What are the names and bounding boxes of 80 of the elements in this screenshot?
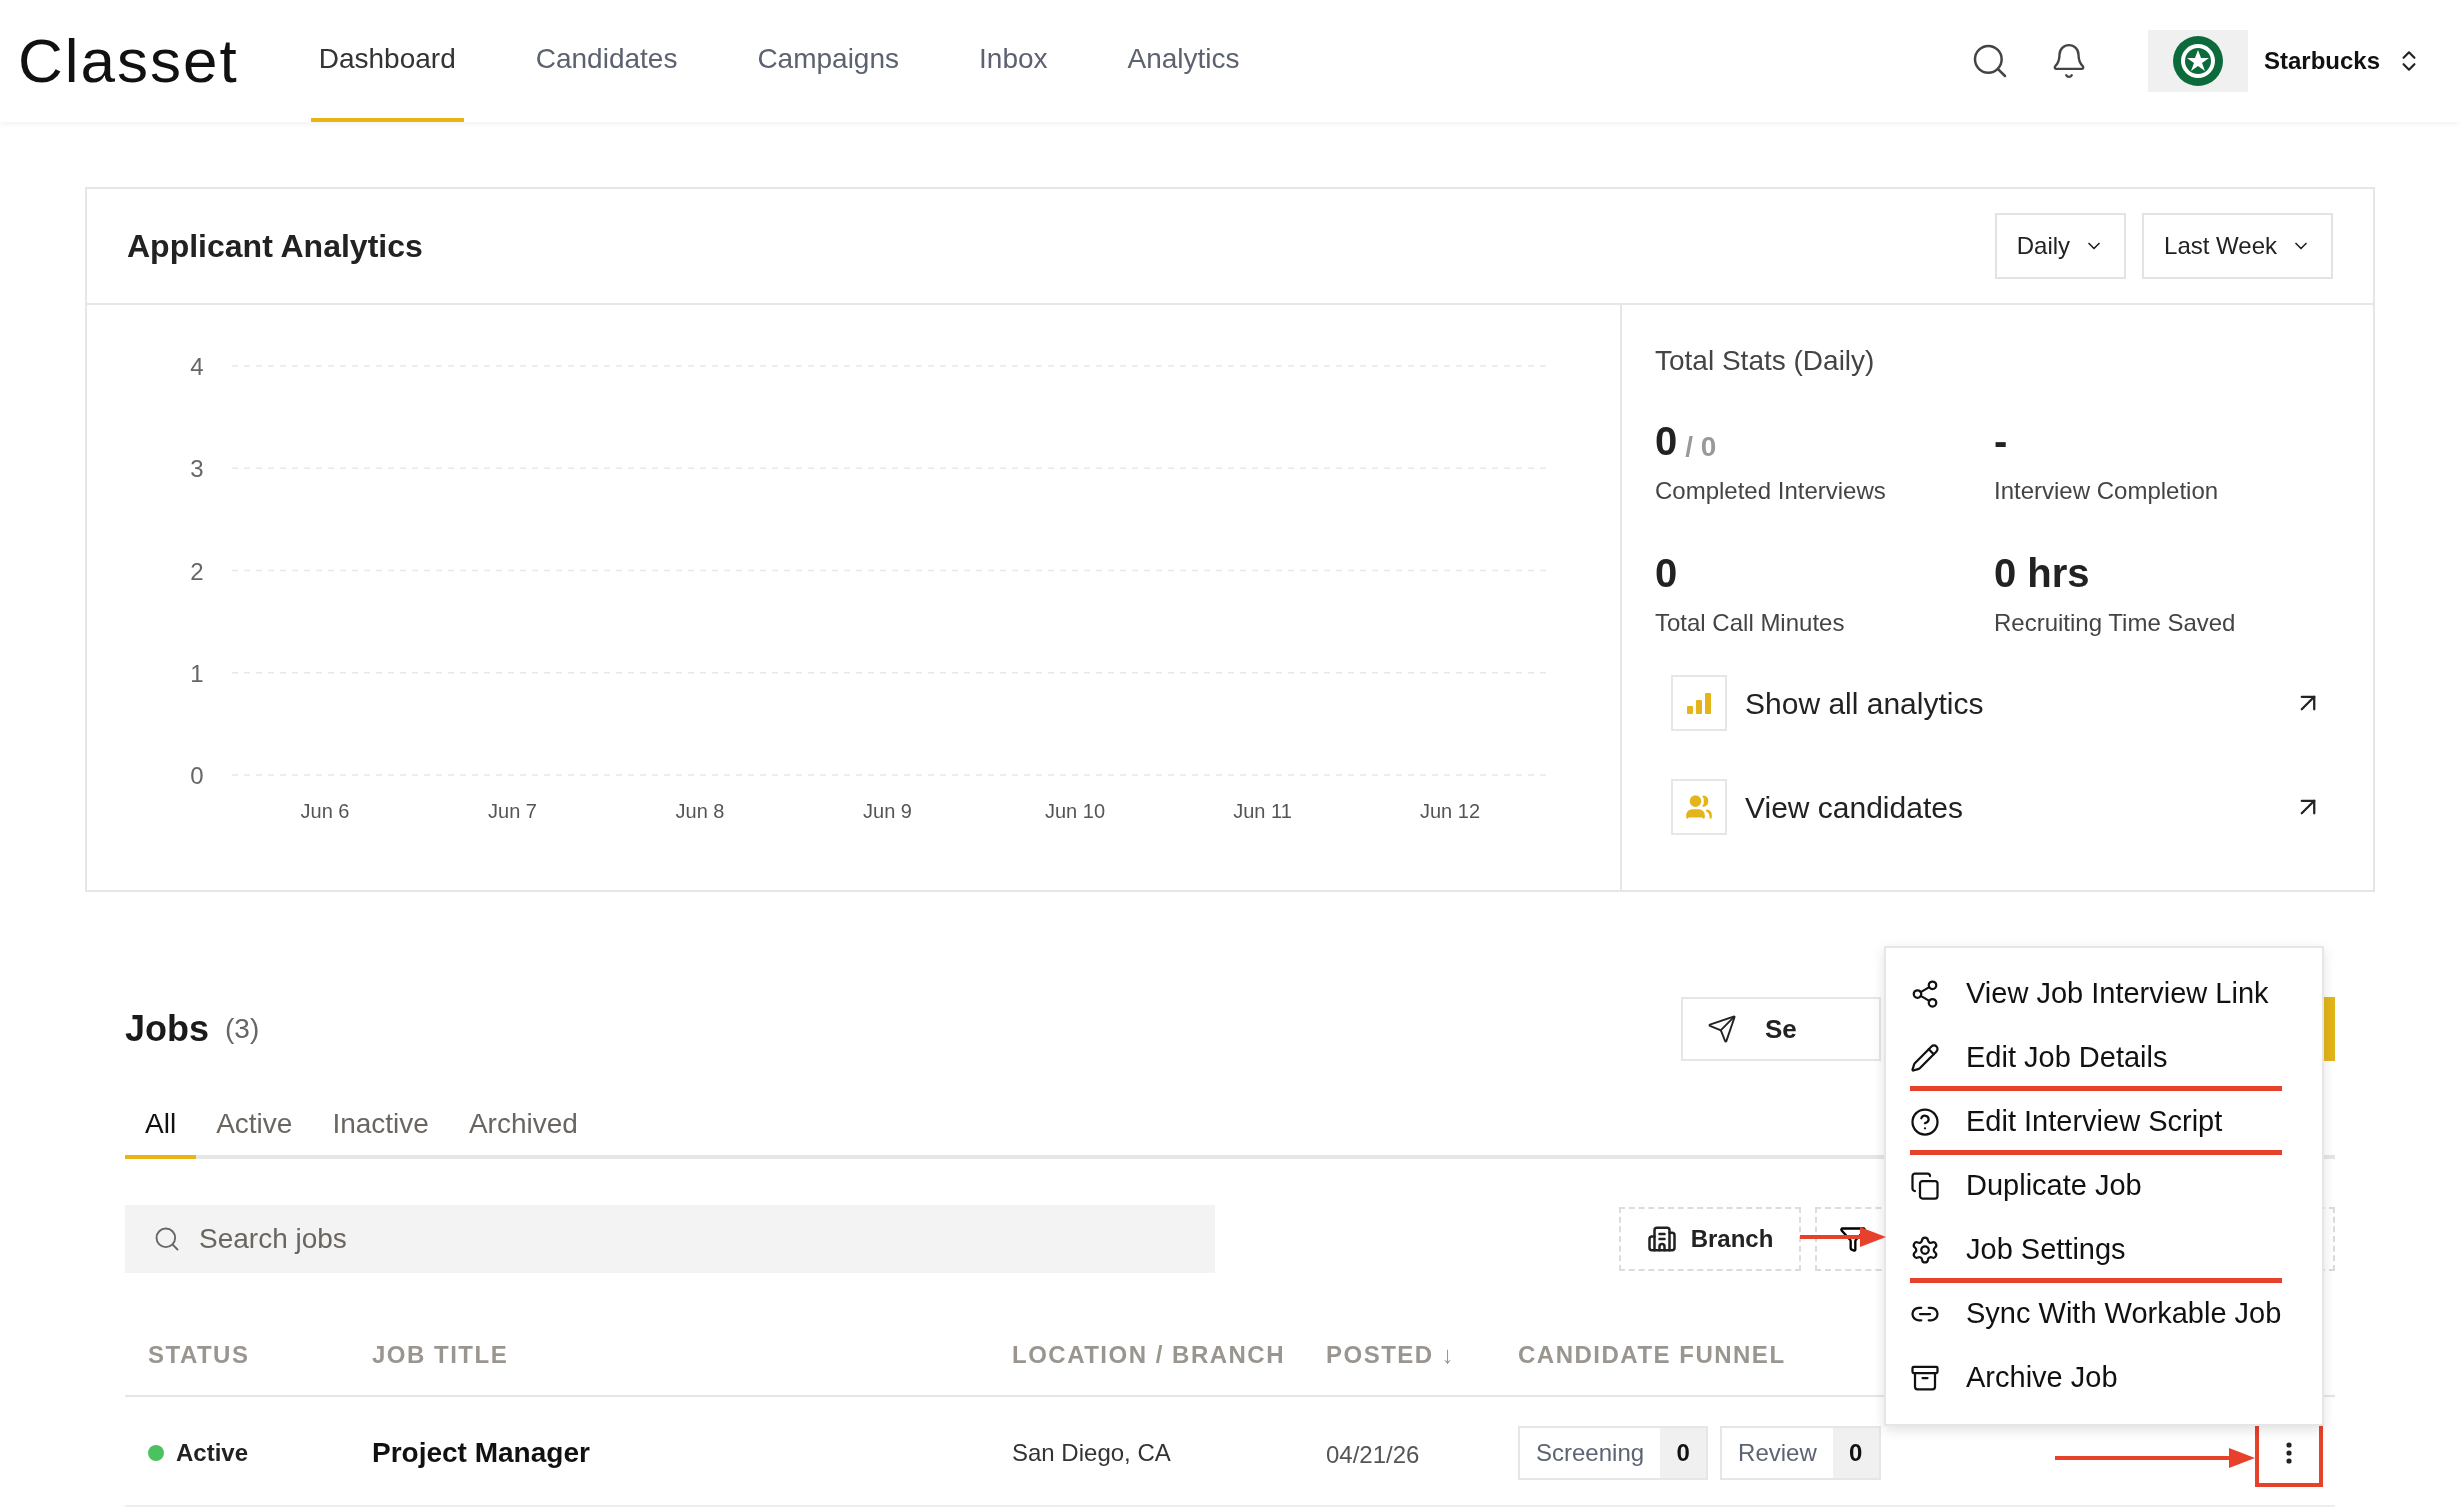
question-circle-icon bbox=[1910, 1107, 1940, 1137]
menu-item[interactable]: Sync With Workable Job bbox=[1886, 1282, 2322, 1346]
job-title[interactable]: Project Manager bbox=[372, 1432, 1012, 1474]
dropdown-button[interactable]: Daily bbox=[1994, 213, 2127, 279]
y-axis-label: 1 bbox=[190, 659, 204, 687]
section-title: Jobs bbox=[125, 1007, 210, 1051]
filter-icon bbox=[1839, 1225, 1867, 1253]
stat-label: Total Call Minutes bbox=[1655, 608, 1846, 638]
kebab-icon bbox=[2286, 1442, 2292, 1464]
stat-value: 0 hrs bbox=[1994, 553, 2090, 593]
account-name[interactable]: Starbucks bbox=[2263, 43, 2380, 79]
column-header: JOB TITLE bbox=[372, 1340, 510, 1370]
x-axis-label: Jun 10 bbox=[1044, 800, 1106, 822]
search-field[interactable]: Search jobs bbox=[125, 1205, 1215, 1273]
menu-item[interactable]: View Job Interview Link bbox=[1886, 962, 2322, 1026]
column-header: LOCATION / BRANCH bbox=[1012, 1340, 1287, 1370]
x-axis-label: Jun 9 bbox=[863, 800, 912, 822]
stats-title: Total Stats (Daily) bbox=[1655, 344, 1876, 378]
nav-tab[interactable]: Candidates bbox=[527, 0, 686, 122]
menu-item[interactable]: Archive Job bbox=[1886, 1346, 2322, 1410]
funnel-count: 0 bbox=[1832, 1428, 1879, 1478]
stat-value: 0 bbox=[1655, 421, 1678, 461]
y-axis-label: 4 bbox=[190, 353, 204, 380]
nav-tab[interactable]: Inbox bbox=[971, 0, 1056, 122]
funnel-count: 0 bbox=[1660, 1428, 1707, 1478]
y-axis-label: 3 bbox=[190, 455, 204, 483]
nav-tab[interactable]: Analytics bbox=[1119, 0, 1248, 122]
bar-chart-icon bbox=[1686, 690, 1712, 716]
share-icon bbox=[1910, 979, 1940, 1009]
funnel-chip[interactable]: Review 0 bbox=[1720, 1426, 1881, 1480]
menu-item[interactable]: Edit Interview Script bbox=[1886, 1090, 2322, 1154]
stat-value: - bbox=[1994, 421, 2008, 461]
send-icon bbox=[1707, 1014, 1737, 1044]
analytics-link[interactable]: View candidates bbox=[1745, 784, 1963, 830]
x-axis-label: Jun 7 bbox=[488, 800, 537, 822]
column-header: STATUS bbox=[148, 1340, 251, 1370]
job-count: (3) bbox=[225, 1012, 260, 1046]
funnel-stage: Screening bbox=[1535, 1438, 1646, 1468]
copy-icon bbox=[1910, 1171, 1940, 1201]
nav-tab[interactable]: Dashboard bbox=[310, 0, 464, 122]
stat-value: 0 bbox=[1655, 553, 1678, 593]
menu-item[interactable]: Duplicate Job bbox=[1886, 1154, 2322, 1218]
building-icon bbox=[1646, 1224, 1677, 1254]
funnel-stage: Review bbox=[1737, 1438, 1818, 1468]
settings-icon bbox=[1910, 1235, 1940, 1265]
nav-tab[interactable]: Campaigns bbox=[749, 0, 908, 122]
archive-icon bbox=[1910, 1363, 1940, 1393]
stat-label: Completed Interviews bbox=[1655, 476, 1887, 506]
y-axis-label: 0 bbox=[190, 762, 204, 789]
x-axis-label: Jun 8 bbox=[675, 800, 725, 822]
filter-tab[interactable]: Archived bbox=[448, 1093, 598, 1159]
dropdown-button[interactable]: Last Week bbox=[2142, 213, 2333, 279]
branch-filter-button[interactable]: Branch bbox=[1619, 1207, 1801, 1271]
filter-tab[interactable]: Active bbox=[196, 1093, 313, 1159]
people-icon bbox=[1685, 793, 1713, 821]
job-location: San Diego, CA bbox=[1012, 1438, 1172, 1468]
classet-logo[interactable]: Classet bbox=[18, 30, 239, 92]
menu-item[interactable]: Job Settings bbox=[1886, 1218, 2322, 1282]
x-axis-label: Jun 12 bbox=[1419, 800, 1481, 822]
menu-item[interactable]: Edit Job Details bbox=[1886, 1026, 2322, 1090]
analytics-link[interactable]: Show all analytics bbox=[1745, 680, 1984, 726]
account-logo-tile[interactable] bbox=[2147, 30, 2248, 92]
filter-tab[interactable]: All bbox=[125, 1093, 197, 1159]
brand-logo-icon bbox=[2171, 35, 2224, 87]
y-axis-label: 2 bbox=[190, 557, 204, 585]
search-icon bbox=[153, 1225, 181, 1253]
column-header: CANDIDATE FUNNEL bbox=[1518, 1340, 1786, 1370]
x-axis-label: Jun 6 bbox=[300, 800, 350, 822]
card-title: Applicant Analytics bbox=[127, 227, 423, 266]
stat-label: Recruiting Time Saved bbox=[1994, 608, 2237, 638]
status-label: Active bbox=[176, 1438, 249, 1468]
column-header: POSTED ↓ bbox=[1326, 1340, 1457, 1370]
x-axis-label: Jun 11 bbox=[1233, 800, 1292, 822]
stat-total: / 0 bbox=[1685, 433, 1717, 461]
filter-tab[interactable]: Inactive bbox=[312, 1093, 449, 1159]
funnel-chip[interactable]: Screening 0 bbox=[1518, 1426, 1709, 1480]
send-button[interactable]: Se bbox=[1681, 997, 1881, 1061]
stat-label: Interview Completion bbox=[1994, 476, 2220, 506]
pencil-icon bbox=[1910, 1043, 1940, 1073]
posted-date: 04/21/26 bbox=[1326, 1440, 1421, 1470]
